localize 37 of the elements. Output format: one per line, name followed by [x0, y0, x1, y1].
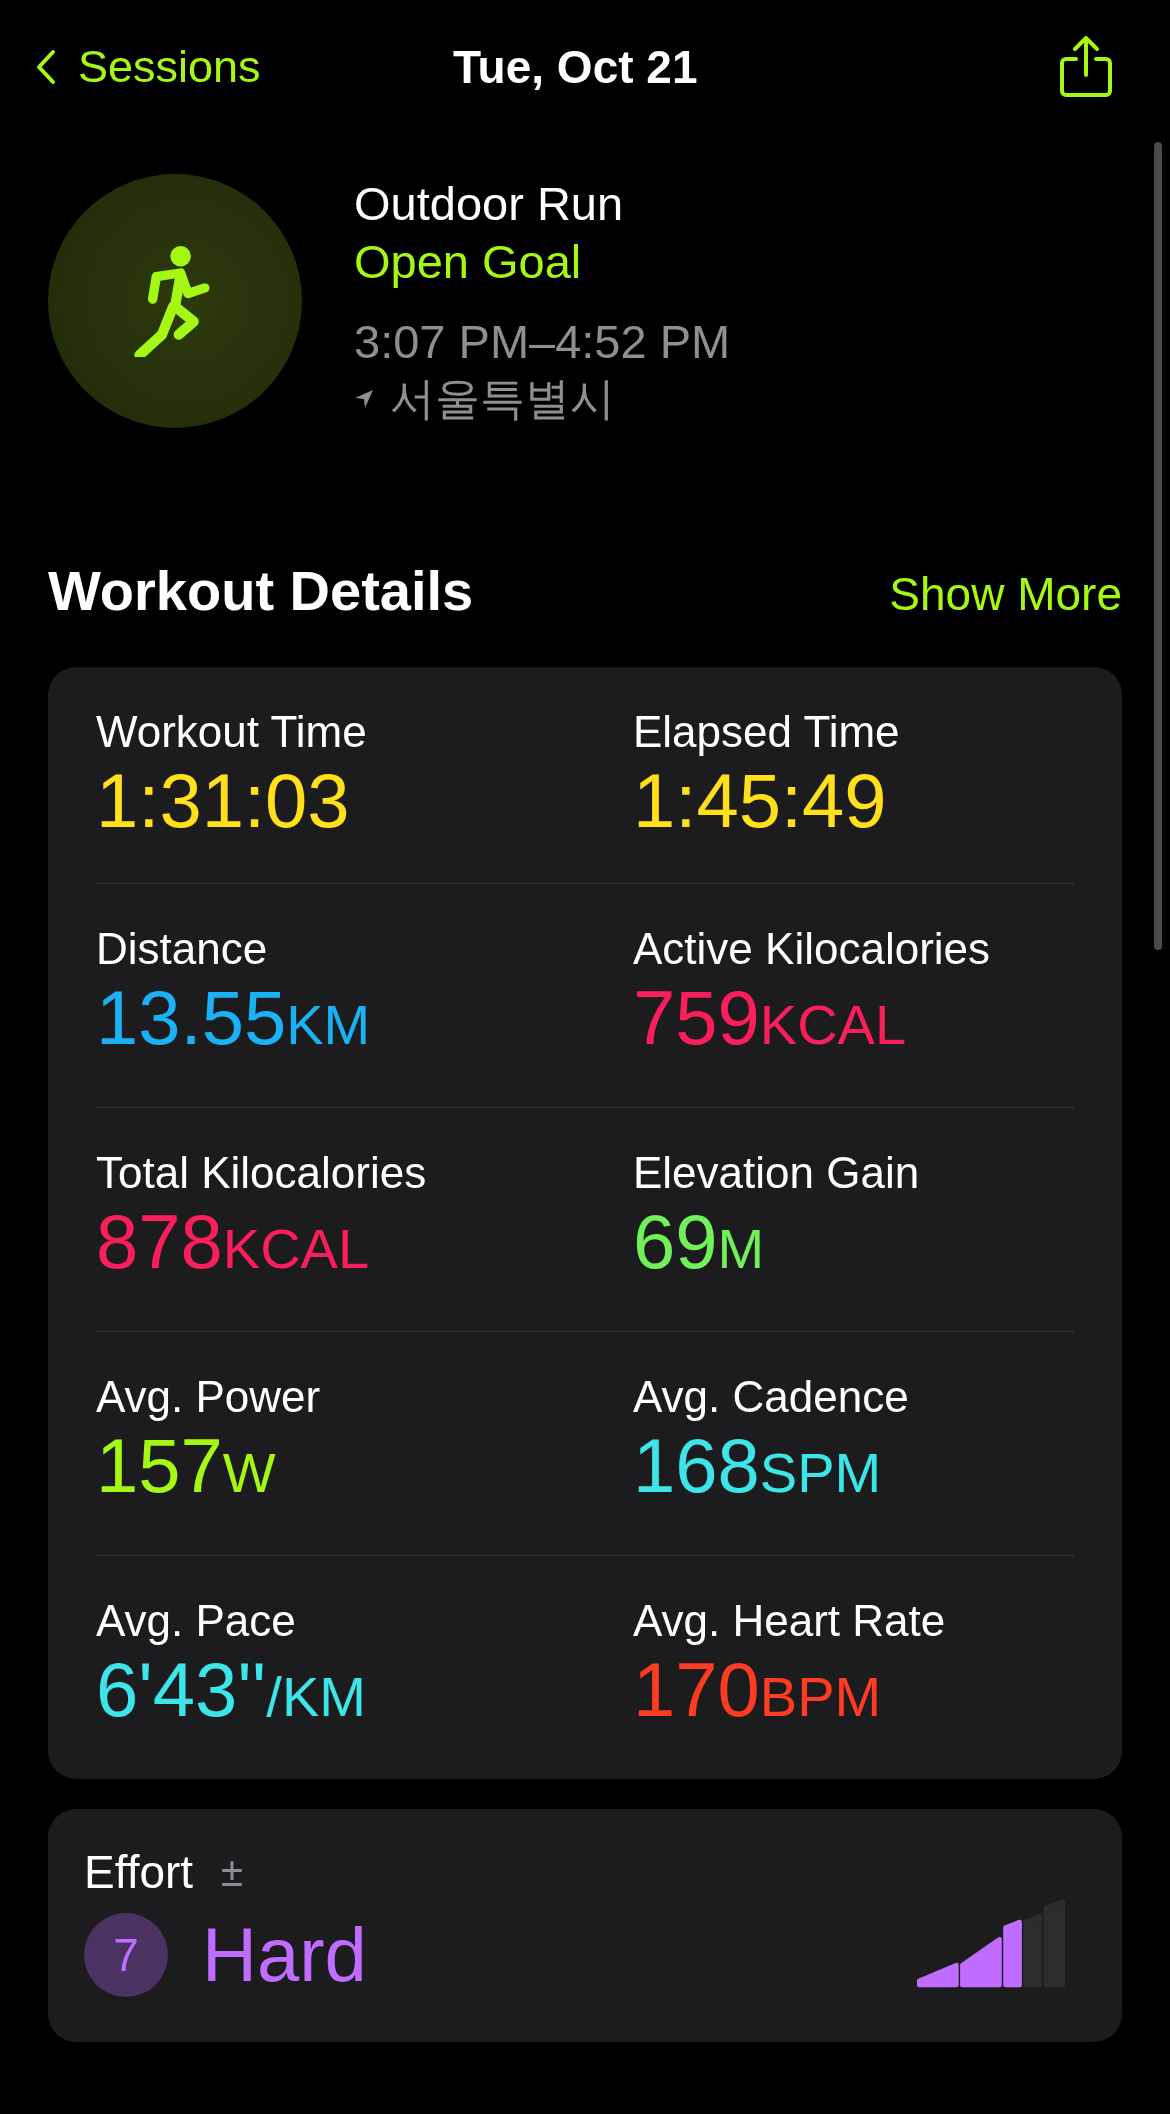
metric-value: 1:45:49: [633, 757, 888, 845]
metric-value: 759KCAL: [633, 974, 908, 1062]
metric-value: 168SPM: [633, 1422, 883, 1510]
metric-value: 6'43''/KM: [96, 1646, 367, 1734]
metric-label: Avg. Cadence: [633, 1372, 910, 1422]
adjust-button[interactable]: ±: [221, 1849, 244, 1895]
effort-score: 7: [84, 1912, 168, 1997]
metric-value: 13.55KM: [96, 974, 372, 1062]
metric-label: Avg. Heart Rate: [633, 1596, 947, 1646]
back-chevron-icon: [36, 49, 56, 85]
back-button[interactable]: Sessions: [30, 40, 267, 94]
scroll-bar[interactable]: [1154, 142, 1162, 950]
effort-meter-icon: [916, 1899, 1066, 1987]
effort-label: Effort: [84, 1845, 194, 1899]
nav-title: Tue, Oct 21: [452, 40, 698, 94]
metric-label: Elapsed Time: [633, 707, 901, 757]
metric-value: 170BPM: [633, 1646, 883, 1734]
workout-goal: Open Goal: [354, 234, 583, 290]
metric-value: 878KCAL: [96, 1198, 371, 1286]
metric-label: Active Kilocalories: [633, 924, 992, 974]
location-name: 서울특별시: [390, 372, 615, 426]
show-more-link[interactable]: Show More: [889, 567, 1122, 621]
metric-value: 69M: [633, 1198, 766, 1286]
metric-label: Avg. Power: [96, 1372, 322, 1422]
effort-rating: Hard: [202, 1911, 367, 1998]
metric-label: Total Kilocalories: [96, 1148, 428, 1198]
metric-value: 157W: [96, 1422, 277, 1510]
metric-label: Distance: [96, 924, 269, 974]
workout-name: Outdoor Run: [354, 176, 625, 232]
metric-label: Elevation Gain: [633, 1148, 921, 1198]
metric-value: 1:31:03: [96, 757, 351, 845]
metric-label: Avg. Pace: [96, 1596, 297, 1646]
metric-label: Workout Time: [96, 707, 368, 757]
time-range: 3:07 PM–4:52 PM: [354, 314, 731, 370]
share-icon[interactable]: [1058, 35, 1114, 99]
location-arrow-icon: [354, 389, 374, 409]
section-title: Workout Details: [48, 558, 474, 623]
